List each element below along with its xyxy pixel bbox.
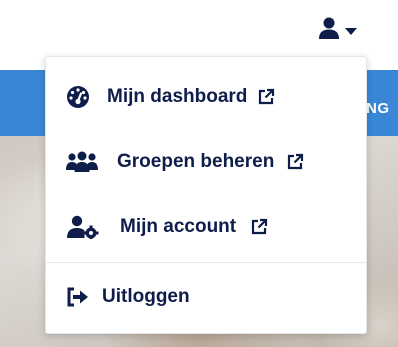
user-menu-toggle[interactable] (309, 14, 365, 46)
tachometer-icon (65, 85, 91, 109)
menu-item-dashboard[interactable]: Mijn dashboard (46, 67, 366, 127)
caret-down-icon (344, 27, 357, 35)
external-link-icon (257, 88, 275, 106)
menu-item-label: Mijn dashboard (107, 86, 248, 107)
menu-item-label: Groepen beheren (117, 151, 275, 172)
menu-item-logout[interactable]: Uitloggen (46, 267, 366, 327)
sign-out-icon (66, 287, 90, 307)
menu-item-label: Uitloggen (102, 286, 190, 307)
menu-item-groups[interactable]: Groepen beheren (46, 132, 366, 192)
user-cog-icon (66, 215, 100, 239)
menu-divider (46, 262, 366, 263)
external-link-icon (250, 218, 268, 236)
users-icon (65, 151, 99, 173)
menu-item-label: Mijn account (120, 216, 237, 237)
banner-partial-text: NG (366, 100, 390, 117)
external-link-icon (286, 153, 304, 171)
user-dropdown-menu: Mijn dashboard Groepen beheren Mijn acco… (45, 56, 367, 334)
menu-item-account[interactable]: Mijn account (46, 197, 366, 257)
user-icon (318, 17, 340, 44)
